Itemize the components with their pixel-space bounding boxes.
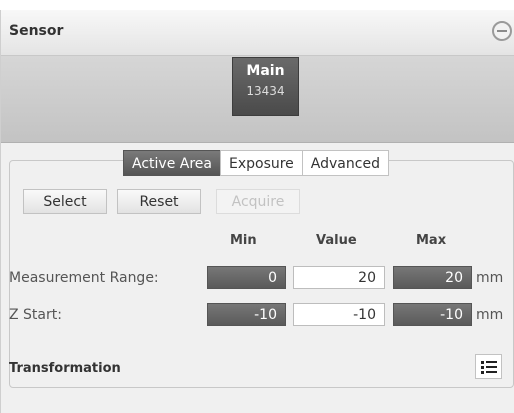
column-header-value: Value <box>316 233 357 248</box>
column-header-max: Max <box>416 233 447 248</box>
acquire-button: Acquire <box>216 189 300 214</box>
panel-title: Sensor <box>9 23 64 39</box>
measurement-range-label: Measurement Range: <box>9 270 159 286</box>
measurement-range-max: 20 <box>393 266 472 289</box>
z-start-min: -10 <box>207 303 286 326</box>
select-button[interactable]: Select <box>23 189 107 214</box>
measurement-range-value-input[interactable]: 20 <box>293 266 385 289</box>
transformation-label: Transformation <box>9 361 121 376</box>
tab-bar: Active Area Exposure Advanced <box>123 150 389 176</box>
tab-advanced[interactable]: Advanced <box>301 150 389 176</box>
z-start-value-input[interactable]: -10 <box>293 303 385 326</box>
column-header-min: Min <box>230 233 257 248</box>
measurement-range-unit: mm <box>476 270 504 286</box>
sensor-name: Main <box>246 63 285 79</box>
z-start-label: Z Start: <box>9 307 62 323</box>
z-start-max: -10 <box>393 303 472 326</box>
measurement-range-min: 0 <box>207 266 286 289</box>
sensor-id: 13434 <box>246 84 285 98</box>
z-start-unit: mm <box>476 307 504 323</box>
panel-header: Sensor <box>1 10 514 56</box>
reset-button[interactable]: Reset <box>117 189 201 214</box>
minus-circle-icon[interactable] <box>492 21 512 41</box>
list-icon[interactable] <box>475 354 502 379</box>
tab-active-area[interactable]: Active Area <box>123 150 221 176</box>
tab-exposure[interactable]: Exposure <box>219 150 303 176</box>
sensor-tile-main[interactable]: Main 13434 <box>232 57 299 116</box>
